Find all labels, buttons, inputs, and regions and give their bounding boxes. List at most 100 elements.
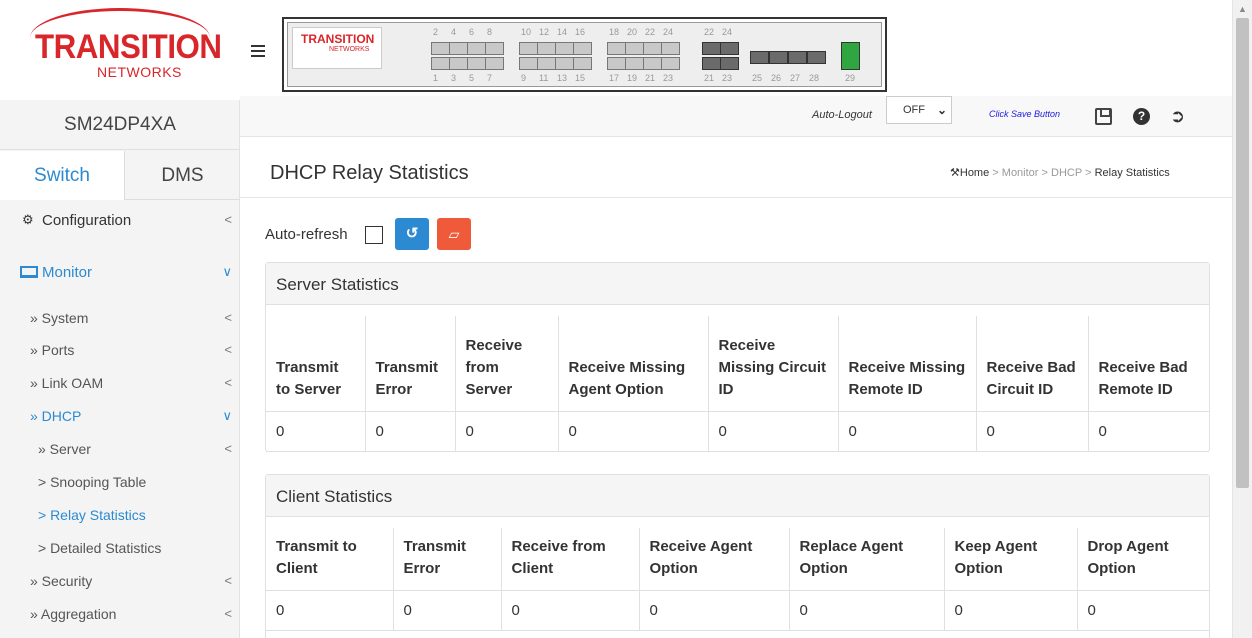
chevron-left-icon: < [224,310,232,325]
ethernet-port[interactable] [661,57,680,70]
sidebar-item-aggregation[interactable]: » Aggregation < [0,600,240,632]
ethernet-port[interactable] [607,57,626,70]
brand-logo[interactable]: TRANSITION NETWORKS [0,0,240,100]
ethernet-port[interactable] [485,42,504,55]
autorefresh-checkbox[interactable] [365,226,383,244]
server-statistics-header: Server Statistics [266,263,1209,305]
port-number-label: 20 [627,27,638,37]
port-number-label: 10 [521,27,532,37]
ethernet-port[interactable] [643,57,662,70]
info-bar: Auto-Logout OFF ⌄ Click Save Button ? ➲ [240,96,1232,137]
ethernet-port[interactable] [661,42,680,55]
ethernet-port[interactable] [607,42,626,55]
autologout-label: Auto-Logout [812,109,872,121]
table-cell: 0 [944,590,1078,631]
table-cell: 0 [365,411,456,452]
combo-port[interactable] [720,57,739,70]
tab-dms[interactable]: DMS [125,151,240,200]
client-statistics-panel: Client Statistics Transmit to Client Tra… [265,474,1210,638]
ethernet-port[interactable] [449,42,468,55]
save-icon[interactable] [1095,108,1112,125]
autologout-select[interactable]: OFF ⌄ [886,96,952,124]
sfp-port[interactable] [769,51,788,64]
page-title: DHCP Relay Statistics [270,162,469,184]
ethernet-port[interactable] [519,42,538,55]
hamburger-menu-icon[interactable] [251,45,265,57]
sidebar-item-link-oam[interactable]: » Link OAM < [0,369,240,401]
sidebar-item-configuration[interactable]: ⚙ Configuration < [0,206,240,238]
port-number-label: 9 [521,73,527,83]
client-statistics-table: Transmit to Client Transmit Error Receiv… [266,528,1209,631]
ethernet-port[interactable] [573,57,592,70]
sidebar-item-label: > Detailed Statistics [38,540,162,556]
home-icon[interactable]: ⚒ [950,167,960,179]
logout-icon[interactable]: ➲ [1170,106,1185,127]
port-number-label: 25 [752,73,763,83]
help-icon[interactable]: ? [1133,108,1150,125]
ethernet-port[interactable] [467,57,486,70]
autologout-value: OFF [903,104,925,116]
column-header: Receive from Client [501,528,640,591]
sidebar-item-snooping-table[interactable]: > Snooping Table [0,468,240,500]
ethernet-port[interactable] [625,42,644,55]
combo-port[interactable] [720,42,739,55]
autorefresh-label: Auto-refresh [265,226,348,243]
port-number-label: 12 [539,27,550,37]
sidebar-item-label: » Aggregation [30,606,117,622]
top-bar: TRANSITION NETWORKS 2 4 6 8 10 12 14 16 18 20 22 24… [240,0,1232,96]
port-number-label: 2 [433,27,439,37]
sidebar-item-dhcp[interactable]: » DHCP ∨ [0,402,240,434]
sfp-port[interactable] [750,51,769,64]
sidebar-item-system[interactable]: » System < [0,304,240,336]
table-header-row: Transmit to Server Transmit Error Receiv… [266,316,1209,412]
ethernet-port[interactable] [537,57,556,70]
ethernet-port[interactable] [431,57,450,70]
sidebar-item-detailed-statistics[interactable]: > Detailed Statistics [0,534,240,566]
sidebar-item-server[interactable]: » Server < [0,435,240,467]
sidebar-item-label: » Server [38,441,91,457]
server-statistics-title: Server Statistics [276,275,399,294]
ethernet-port[interactable] [555,57,574,70]
page-scrollbar[interactable]: ▲ [1232,0,1252,638]
ethernet-port[interactable] [467,42,486,55]
sidebar-item-ports[interactable]: » Ports < [0,336,240,368]
ethernet-port[interactable] [643,42,662,55]
tab-switch[interactable]: Switch [0,151,125,200]
breadcrumb-current: Relay Statistics [1094,167,1170,179]
ethernet-port[interactable] [431,42,450,55]
combo-port[interactable] [702,57,721,70]
breadcrumb-monitor[interactable]: Monitor [1002,167,1039,179]
switch-front-panel[interactable]: TRANSITION NETWORKS 2 4 6 8 10 12 14 16 18 20 22 24… [282,17,887,92]
clear-button[interactable]: ▱ [437,218,471,250]
sidebar-item-label: » Link OAM [30,375,104,391]
breadcrumb-dhcp[interactable]: DHCP [1051,167,1082,179]
sidebar-item-relay-statistics[interactable]: > Relay Statistics [0,501,240,533]
ethernet-port[interactable] [485,57,504,70]
ethernet-port[interactable] [519,57,538,70]
port-number-label: 22 [645,27,656,37]
ethernet-port[interactable] [449,57,468,70]
scroll-up-icon[interactable]: ▲ [1238,4,1247,14]
sfp-port[interactable] [807,51,826,64]
port-number-label: 6 [469,27,475,37]
ethernet-port[interactable] [625,57,644,70]
uplink-port[interactable] [841,42,860,70]
refresh-button[interactable]: ↺ [395,218,429,250]
ethernet-port[interactable] [537,42,556,55]
sidebar-item-label: > Snooping Table [38,474,147,490]
panel-logo: TRANSITION NETWORKS [292,27,382,69]
combo-port[interactable] [702,42,721,55]
breadcrumb-home[interactable]: Home [960,167,989,179]
sidebar-item-label: » System [30,310,89,326]
sidebar-item-label: » DHCP [30,408,82,424]
port-number-label: 18 [609,27,620,37]
column-header: Receive Missing Agent Option [558,316,709,412]
sidebar-item-monitor[interactable]: Monitor ∨ [0,258,240,290]
scrollbar-thumb[interactable] [1236,18,1249,488]
ethernet-port[interactable] [573,42,592,55]
sidebar-item-security[interactable]: » Security < [0,567,240,599]
sfp-port[interactable] [788,51,807,64]
ethernet-port[interactable] [555,42,574,55]
table-row: 0 0 0 0 0 0 0 0 [266,411,1209,452]
client-statistics-header: Client Statistics [266,475,1209,517]
